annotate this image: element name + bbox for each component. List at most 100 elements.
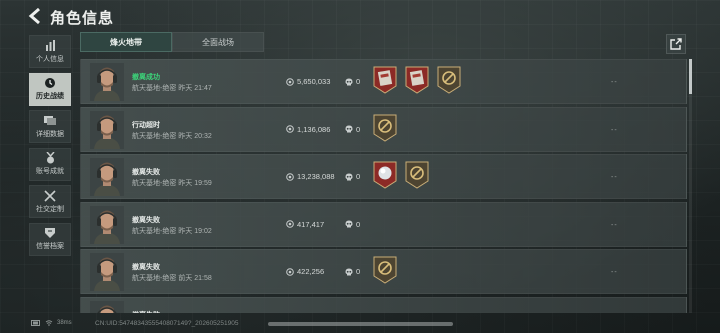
sidebar-item-reputation[interactable]: 信誉档案 (29, 222, 71, 256)
loot-items (373, 161, 429, 191)
home-indicator[interactable] (268, 322, 453, 326)
match-record-row[interactable]: 撤离失败 航天基地-绝密 前天 21:58 422,256 0 -- (80, 249, 687, 294)
ping-text: 38ms (57, 320, 72, 326)
share-icon (670, 38, 682, 50)
skull-icon (345, 268, 353, 275)
kill-stat: 0 (345, 77, 360, 86)
mode-tabs: 烽火地带 全面战场 (80, 32, 264, 52)
red-card-item[interactable] (373, 66, 397, 96)
sidebar-item-achievements[interactable]: 账号成就 (29, 147, 71, 181)
money-stat: 422,256 (286, 267, 324, 276)
match-record-row[interactable]: 撤离失败航天基地-绝密 昨天 19:59 13,238,088 0 -- (80, 154, 687, 199)
money-stat: 5,650,033 (286, 77, 330, 86)
kill-stat: 0 (345, 220, 360, 229)
money-value: 1,136,086 (297, 124, 331, 134)
loot-items (373, 114, 397, 144)
footer: 38ms CN:UID:5474834355540807149?_2026052… (0, 316, 720, 333)
avatar (90, 205, 124, 244)
kill-count: 0 (356, 172, 361, 181)
money-stat: 417,417 (286, 220, 324, 229)
money-stat: 1,136,086 (286, 125, 330, 134)
match-map-time: 航天基地-绝密 昨天 20:32 (132, 132, 212, 140)
clock-icon (44, 77, 56, 89)
chevron-left-icon (28, 8, 40, 24)
placeholder-value: -- (611, 174, 618, 181)
kill-count: 0 (356, 124, 361, 134)
kill-count: 0 (356, 219, 361, 229)
sidebar-item-label: 个人信息 (36, 55, 64, 63)
coin-icon (286, 267, 294, 276)
match-map-time: 航天基地-绝密 昨天 19:59 (132, 180, 212, 187)
match-map-time: 航天基地-绝密 昨天 19:02 (132, 227, 212, 235)
placeholder-value: -- (611, 126, 618, 134)
gold-badge-item[interactable] (437, 66, 461, 96)
avatar (90, 300, 124, 313)
tab-hazard-zone[interactable]: 烽火地带 (80, 32, 172, 52)
gold-badge-item[interactable] (373, 256, 397, 286)
match-record-row[interactable]: 撤离失败 航天基地-绝密 昨天 19:02 417,417 0 -- (80, 201, 687, 247)
money-value: 5,650,033 (297, 77, 331, 86)
skull-icon (345, 220, 353, 228)
match-record-row[interactable]: 撤离失败 (80, 296, 687, 313)
match-status: 撤离成功 (132, 74, 160, 81)
avatar (90, 253, 124, 291)
kill-count: 0 (356, 77, 361, 86)
match-map-time: 航天基地-绝密 前天 21:58 (132, 275, 212, 282)
skull-icon (345, 125, 353, 133)
skull-icon (345, 78, 353, 85)
money-value: 422,256 (297, 267, 325, 276)
page-title: 角色信息 (50, 10, 115, 27)
sidebar-item-label: 账号成就 (36, 168, 64, 175)
money-stat: 13,238,088 (286, 172, 335, 181)
kill-stat: 0 (345, 172, 360, 181)
share-button[interactable] (666, 34, 686, 54)
medal-icon (44, 152, 56, 164)
avatar (90, 110, 124, 149)
match-map-time: 航天基地-绝密 昨天 21:47 (132, 85, 212, 92)
gold-badge-item[interactable] (373, 114, 397, 144)
loot-items (373, 66, 461, 96)
tab-full-battlefield[interactable]: 全面战场 (172, 32, 264, 52)
match-status: 行动超时 (132, 121, 160, 129)
placeholder-value: -- (611, 269, 618, 276)
avatar (90, 63, 124, 101)
red-card-item[interactable] (405, 66, 429, 96)
sidebar: 个人信息 历史战绩 详细数据 账号成就 社交定制 信誉档案 (29, 35, 71, 260)
scrollbar-track[interactable] (689, 59, 692, 313)
placeholder-value: -- (611, 79, 618, 86)
back-button[interactable] (26, 6, 44, 26)
sidebar-item-label: 详细数据 (36, 130, 64, 138)
coin-icon (286, 77, 294, 86)
money-value: 417,417 (297, 219, 325, 229)
kill-stat: 0 (345, 125, 360, 134)
scrollbar-thumb[interactable] (689, 59, 692, 94)
avatar (90, 158, 124, 196)
match-record-row[interactable]: 行动超时航天基地-绝密 昨天 20:32 1,136,086 0 -- (80, 106, 687, 152)
gold-badge-item[interactable] (405, 161, 429, 191)
sidebar-item-label: 社交定制 (36, 205, 64, 213)
top-bar: 角色信息 (0, 0, 720, 32)
sidebar-item-label: 历史战绩 (36, 93, 64, 100)
red-orb-item[interactable] (373, 161, 397, 191)
bar-chart-icon (44, 40, 56, 52)
placeholder-value: -- (611, 221, 618, 229)
wifi-icon (45, 320, 53, 326)
sidebar-item-match-history[interactable]: 历史战绩 (29, 72, 71, 106)
sidebar-item-label: 信誉档案 (36, 243, 64, 250)
uid-text: CN:UID:5474834355540807149?_202605251905 (95, 320, 239, 327)
sidebar-item-personal-info[interactable]: 个人信息 (29, 35, 71, 68)
sidebar-item-detailed-data[interactable]: 详细数据 (29, 110, 71, 143)
battery-icon (31, 320, 40, 326)
loot-items (373, 256, 397, 286)
match-record-row[interactable]: 撤离成功航天基地-绝密 昨天 21:47 5,650,033 0 -- (80, 59, 687, 104)
coin-icon (286, 125, 294, 133)
match-history-list: 撤离成功 航天基地-绝密 昨天 21:47 5,650,033 0 -- 行动超时 航天基地… (80, 59, 687, 313)
match-status: 撤离失败 (132, 169, 160, 176)
tools-icon (44, 189, 56, 202)
kill-count: 0 (356, 267, 361, 276)
money-value: 13,238,088 (297, 172, 335, 181)
sidebar-item-social-custom[interactable]: 社交定制 (29, 185, 71, 218)
kill-stat: 0 (345, 267, 360, 276)
shield-icon (44, 227, 56, 239)
network-status: 38ms (31, 320, 72, 326)
